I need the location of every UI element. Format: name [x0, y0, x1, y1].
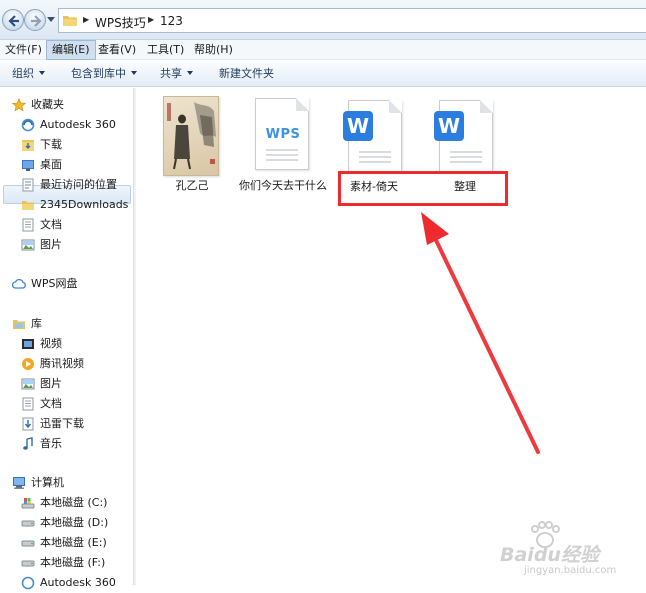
baidu-watermark: Baidu经验 jingyan.baidu.com	[500, 520, 640, 580]
watermark-brand: Baidu经验	[500, 544, 599, 566]
watermark-url: jingyan.baidu.com	[524, 565, 617, 576]
annotation-arrow	[421, 212, 540, 454]
